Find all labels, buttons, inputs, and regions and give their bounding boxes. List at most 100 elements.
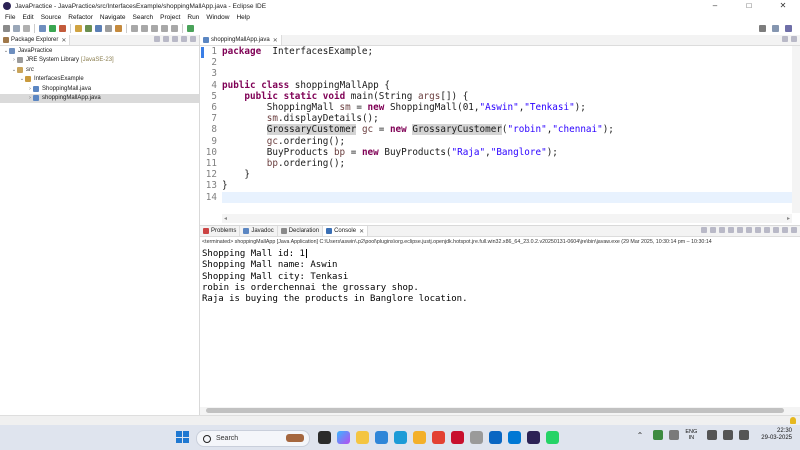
powerpoint-app-icon[interactable]: [413, 431, 426, 444]
menu-refactor[interactable]: Refactor: [68, 14, 93, 21]
code-line[interactable]: 10 BuyProducts bp = new BuyProducts("Raj…: [200, 147, 558, 158]
next-annotation-icon[interactable]: [131, 25, 138, 32]
minimize-view-icon[interactable]: [782, 227, 788, 233]
back-icon[interactable]: [161, 25, 168, 32]
scroll-right-icon[interactable]: ▸: [787, 215, 790, 222]
terminate-icon[interactable]: [701, 227, 707, 233]
eclipse-taskbar-icon[interactable]: [527, 431, 540, 444]
outlook-icon[interactable]: [508, 431, 521, 444]
close-icon[interactable]: ✕: [61, 37, 66, 44]
code-line[interactable]: 7 sm.displayDetails();: [200, 113, 378, 124]
dell-icon[interactable]: [375, 431, 388, 444]
debug-icon[interactable]: [39, 25, 46, 32]
menu-edit[interactable]: Edit: [22, 14, 33, 21]
display-console-icon[interactable]: [764, 227, 770, 233]
forward-icon[interactable]: [171, 25, 178, 32]
tip-bulb-icon[interactable]: [790, 417, 796, 424]
open-console-icon[interactable]: [773, 227, 779, 233]
language-indicator[interactable]: ENG IN: [685, 429, 697, 442]
maximize-button[interactable]: □: [732, 0, 766, 12]
linkedin-icon[interactable]: [489, 431, 502, 444]
remove-launch-icon[interactable]: [710, 227, 716, 233]
battery-icon[interactable]: [739, 430, 750, 440]
tree-item-file[interactable]: › ShoppingMall.java: [0, 84, 199, 94]
close-icon[interactable]: ✕: [273, 37, 278, 44]
whatsapp-icon[interactable]: [546, 431, 559, 444]
mcafee-icon[interactable]: [451, 431, 464, 444]
console-horizontal-scrollbar[interactable]: [200, 407, 800, 415]
code-editor[interactable]: 1 package InterfacesExample; 2 3 4 public cla…: [200, 46, 792, 213]
code-line[interactable]: 12 }: [200, 169, 250, 180]
tree-item-src[interactable]: ⌄ src: [0, 65, 199, 75]
view-menu-icon[interactable]: [172, 36, 178, 42]
scroll-lock-icon[interactable]: [737, 227, 743, 233]
tree-item-project[interactable]: ⌄ JavaPractice: [0, 46, 199, 56]
menu-file[interactable]: File: [5, 14, 15, 21]
scrollbar-thumb[interactable]: [206, 408, 784, 413]
menu-window[interactable]: Window: [206, 14, 229, 21]
tree-item-jre[interactable]: › JRE System Library [JavaSE-23]: [0, 56, 199, 66]
code-line[interactable]: 11 bp.ordering();: [200, 158, 345, 169]
maximize-view-icon[interactable]: [190, 36, 196, 42]
previous-annotation-icon[interactable]: [141, 25, 148, 32]
link-editor-icon[interactable]: [163, 36, 169, 42]
maximize-view-icon[interactable]: [791, 227, 797, 233]
tree-item-file-selected[interactable]: › shoppingMallApp.java: [0, 93, 199, 103]
copilot-icon[interactable]: [337, 431, 350, 444]
tab-console[interactable]: Console ✕: [323, 226, 369, 236]
clear-console-icon[interactable]: [728, 227, 734, 233]
taskbar-search[interactable]: Search: [196, 430, 310, 447]
code-line[interactable]: 13}: [200, 180, 228, 191]
new-java-project-icon[interactable]: [75, 25, 82, 32]
code-line[interactable]: 4 public class shoppingMallApp {: [200, 80, 390, 91]
search-icon[interactable]: [759, 25, 766, 32]
new-class-icon[interactable]: [95, 25, 102, 32]
code-line[interactable]: 9 gc.ordering();: [200, 136, 345, 147]
search-toolbar-icon[interactable]: [115, 25, 122, 32]
tab-problems[interactable]: Problems: [200, 226, 241, 236]
last-edit-icon[interactable]: [151, 25, 158, 32]
maximize-view-icon[interactable]: [791, 36, 797, 42]
java-perspective-icon[interactable]: [785, 25, 792, 32]
tab-declaration[interactable]: Declaration: [277, 226, 324, 236]
collapse-all-icon[interactable]: [154, 36, 160, 42]
minimize-view-icon[interactable]: [782, 36, 788, 42]
code-line[interactable]: 14: [200, 192, 222, 203]
pin-console-icon[interactable]: [755, 227, 761, 233]
scroll-left-icon[interactable]: ◂: [224, 215, 227, 222]
menu-run[interactable]: Run: [187, 14, 199, 21]
close-icon[interactable]: ✕: [359, 228, 364, 235]
perspective-icon[interactable]: [772, 25, 779, 32]
tree-item-package[interactable]: ⌄ InterfacesExample: [0, 75, 199, 85]
editor-horizontal-scrollbar[interactable]: ◂ ▸: [222, 214, 792, 223]
terminal-icon[interactable]: [187, 25, 194, 32]
code-line[interactable]: 5 public static void main(String args[])…: [200, 91, 468, 102]
code-line[interactable]: 1 package InterfacesExample;: [200, 46, 373, 57]
menu-project[interactable]: Project: [160, 14, 180, 21]
minimize-view-icon[interactable]: [181, 36, 187, 42]
wifi-icon[interactable]: [707, 430, 718, 440]
remove-all-icon[interactable]: [719, 227, 725, 233]
notepad-icon[interactable]: [470, 431, 483, 444]
console-output[interactable]: Shopping Mall id: 1 Shopping Mall name: …: [202, 249, 468, 305]
open-type-icon[interactable]: [105, 25, 112, 32]
chrome-icon[interactable]: [432, 431, 445, 444]
tab-shoppingmallapp[interactable]: shoppingMallApp.java ✕: [200, 35, 282, 45]
save-all-icon[interactable]: [23, 25, 30, 32]
save-icon[interactable]: [13, 25, 20, 32]
external-tools-icon[interactable]: [59, 25, 66, 32]
code-line[interactable]: 8 GrossaryCustomer gc = new GrossaryCust…: [200, 124, 614, 136]
close-button[interactable]: ✕: [766, 0, 800, 12]
volume-icon[interactable]: [723, 430, 734, 440]
task-view-icon[interactable]: [318, 431, 331, 444]
menu-search[interactable]: Search: [133, 14, 154, 21]
tab-package-explorer[interactable]: Package Explorer ✕: [0, 35, 71, 45]
run-icon[interactable]: [49, 25, 56, 32]
editor-vertical-scrollbar[interactable]: [792, 46, 800, 213]
code-line[interactable]: 2: [200, 57, 222, 68]
new-icon[interactable]: [3, 25, 10, 32]
chevron-up-icon[interactable]: ⌃: [637, 431, 644, 440]
code-line[interactable]: 3: [200, 68, 222, 79]
file-explorer-icon[interactable]: [356, 431, 369, 444]
minimize-button[interactable]: –: [698, 0, 732, 12]
